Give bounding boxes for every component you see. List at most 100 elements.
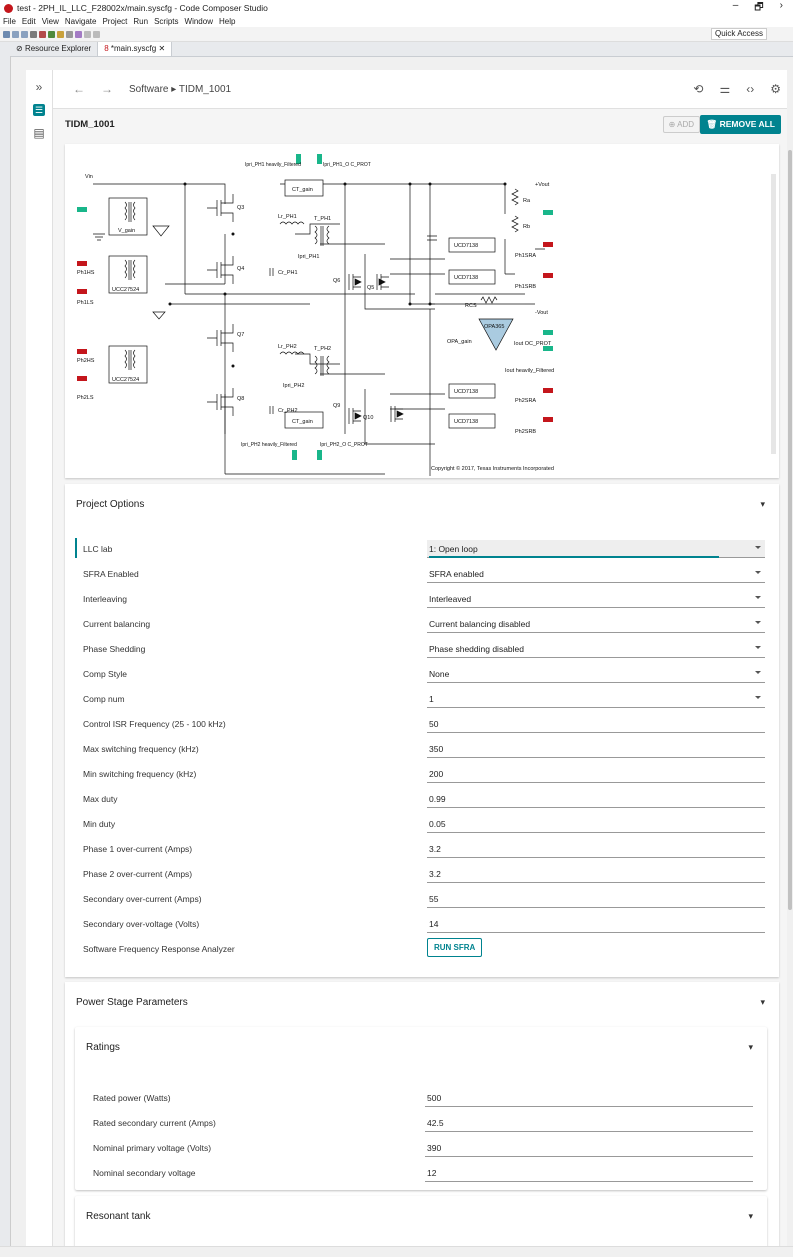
- run-sfra-button[interactable]: RUN SFRA: [427, 938, 483, 957]
- block-diagram-card: Vin V_gain UCC27524 UCC27524 Ph1HS Ph1LS…: [65, 144, 779, 478]
- option-value: 350: [429, 743, 444, 754]
- option-input[interactable]: 200: [427, 765, 765, 783]
- chevron-down-icon[interactable]: ▾: [760, 499, 765, 510]
- chevron-down-icon[interactable]: ▾: [748, 1211, 753, 1222]
- breadcrumb[interactable]: Software ▸ TIDM_1001: [129, 84, 231, 95]
- option-row: Secondary over-voltage (Volts) 14: [65, 911, 779, 936]
- software-view-icon[interactable]: ☰: [33, 104, 45, 116]
- save-icon[interactable]: [12, 30, 19, 38]
- history-icon[interactable]: ⟲: [693, 82, 703, 96]
- save-all-icon[interactable]: [21, 30, 28, 38]
- dropdown-arrow-icon[interactable]: [755, 545, 761, 549]
- option-select[interactable]: 1: [427, 690, 765, 708]
- maximize-button[interactable]: 🗗: [754, 0, 763, 17]
- syscfg-main: ← → Software ▸ TIDM_1001 ⟲ ⚌ ‹› ⚙ TIDM_1…: [53, 70, 793, 1246]
- search-icon[interactable]: [75, 30, 82, 38]
- label-q10: Q10: [363, 415, 373, 421]
- label-ioutoc: Iout OC_PROT: [514, 341, 552, 347]
- tab-resource-explorer[interactable]: ⊘ Resource Explorer: [10, 42, 97, 56]
- forward-button[interactable]: →: [101, 82, 113, 96]
- sfra-label: Software Frequency Response Analyzer: [83, 943, 235, 954]
- rating-row: Nominal secondary voltage 12: [75, 1160, 767, 1185]
- menu-help[interactable]: Help: [219, 17, 235, 26]
- close-button[interactable]: ›: [780, 0, 783, 17]
- option-label: Secondary over-current (Amps): [83, 893, 202, 904]
- menu-scripts[interactable]: Scripts: [154, 17, 178, 26]
- option-input[interactable]: 14: [427, 915, 765, 933]
- vertical-scrollbar[interactable]: [787, 70, 793, 1246]
- option-input[interactable]: 3.2: [427, 840, 765, 858]
- expand-sidebar-icon[interactable]: »: [26, 80, 52, 94]
- nav-forward-icon[interactable]: [93, 30, 100, 38]
- flash-icon[interactable]: [57, 30, 64, 38]
- settings-sliders-icon[interactable]: ⚌: [719, 82, 730, 96]
- minimize-button[interactable]: –: [733, 0, 739, 17]
- debug-icon[interactable]: [48, 30, 55, 38]
- scrollbar-thumb[interactable]: [788, 150, 792, 910]
- option-input[interactable]: 0.99: [427, 790, 765, 808]
- label-ucc1: UCC27524: [112, 287, 139, 293]
- menu-window[interactable]: Window: [185, 17, 213, 26]
- option-input[interactable]: 3.2: [427, 865, 765, 883]
- dropdown-arrow-icon[interactable]: [755, 570, 761, 574]
- code-view-icon[interactable]: ‹›: [746, 82, 754, 96]
- option-input[interactable]: 350: [427, 740, 765, 758]
- menu-run[interactable]: Run: [133, 17, 148, 26]
- option-input[interactable]: 55: [427, 890, 765, 908]
- tab-main-syscfg[interactable]: 8 *main.syscfg ✕: [97, 41, 173, 56]
- files-view-icon[interactable]: ▤: [26, 126, 52, 140]
- power-stage-header[interactable]: Power Stage Parameters ▾: [65, 982, 779, 1022]
- gear-icon[interactable]: ⚙: [770, 82, 781, 96]
- option-select[interactable]: Phase shedding disabled: [427, 640, 765, 658]
- rating-input[interactable]: 12: [425, 1164, 753, 1182]
- menu-file[interactable]: File: [3, 17, 16, 26]
- option-input[interactable]: 50: [427, 715, 765, 733]
- back-button[interactable]: ←: [73, 82, 85, 96]
- option-input[interactable]: 0.05: [427, 815, 765, 833]
- option-row: Max switching frequency (kHz) 350: [65, 736, 779, 761]
- label-lrph2: Lr_PH2: [278, 344, 297, 350]
- label-ipriph1f: Ipri_PH1 heavily_Filtered: [245, 162, 301, 168]
- tab-label: *main.syscfg: [110, 44, 157, 53]
- menu-navigate[interactable]: Navigate: [65, 17, 97, 26]
- power-stage-title: Power Stage Parameters: [76, 996, 188, 1008]
- option-select[interactable]: Interleaved: [427, 590, 765, 608]
- close-tab-icon[interactable]: ✕: [158, 44, 165, 53]
- label-ipriph2f: Ipri_PH2 heavily_Filtered: [241, 442, 297, 448]
- add-button[interactable]: ⊕ ADD: [662, 116, 700, 133]
- option-select[interactable]: None: [427, 665, 765, 683]
- rating-input[interactable]: 42.5: [425, 1114, 753, 1132]
- label-lrph1: Lr_PH1: [278, 214, 297, 220]
- build-icon[interactable]: [39, 30, 46, 38]
- dropdown-arrow-icon[interactable]: [755, 620, 761, 624]
- label-ucd4: UCD7138: [454, 419, 478, 425]
- focus-indicator: [75, 538, 77, 558]
- project-options-header[interactable]: Project Options ▾: [65, 484, 779, 524]
- dropdown-arrow-icon[interactable]: [755, 645, 761, 649]
- rating-value: 12: [427, 1167, 437, 1178]
- new-icon[interactable]: [3, 30, 10, 38]
- resonant-tank-header[interactable]: Resonant tank ▾: [75, 1196, 767, 1236]
- quick-access-field[interactable]: Quick Access: [710, 28, 767, 40]
- remove-all-button[interactable]: 🗑 REMOVE ALL: [700, 115, 781, 134]
- tool-icon[interactable]: [66, 30, 73, 38]
- nav-back-icon[interactable]: [84, 30, 91, 38]
- rating-input[interactable]: 500: [425, 1089, 753, 1107]
- option-select[interactable]: Current balancing disabled: [427, 615, 765, 633]
- label-crph2: Cr_PH2: [278, 408, 298, 414]
- menu-view[interactable]: View: [42, 17, 59, 26]
- option-select[interactable]: SFRA enabled: [427, 565, 765, 583]
- dropdown-arrow-icon[interactable]: [755, 595, 761, 599]
- rating-input[interactable]: 390: [425, 1139, 753, 1157]
- ratings-header[interactable]: Ratings ▾: [75, 1027, 767, 1067]
- terminal-icon[interactable]: [30, 30, 37, 38]
- option-label: Min duty: [83, 818, 116, 829]
- option-select[interactable]: 1: Open loop: [427, 539, 765, 558]
- menu-edit[interactable]: Edit: [22, 17, 36, 26]
- dropdown-arrow-icon[interactable]: [755, 670, 761, 674]
- chevron-down-icon[interactable]: ▾: [748, 1042, 753, 1053]
- option-row: Min switching frequency (kHz) 200: [65, 761, 779, 786]
- menu-project[interactable]: Project: [102, 17, 127, 26]
- dropdown-arrow-icon[interactable]: [755, 695, 761, 699]
- chevron-down-icon[interactable]: ▾: [760, 997, 765, 1008]
